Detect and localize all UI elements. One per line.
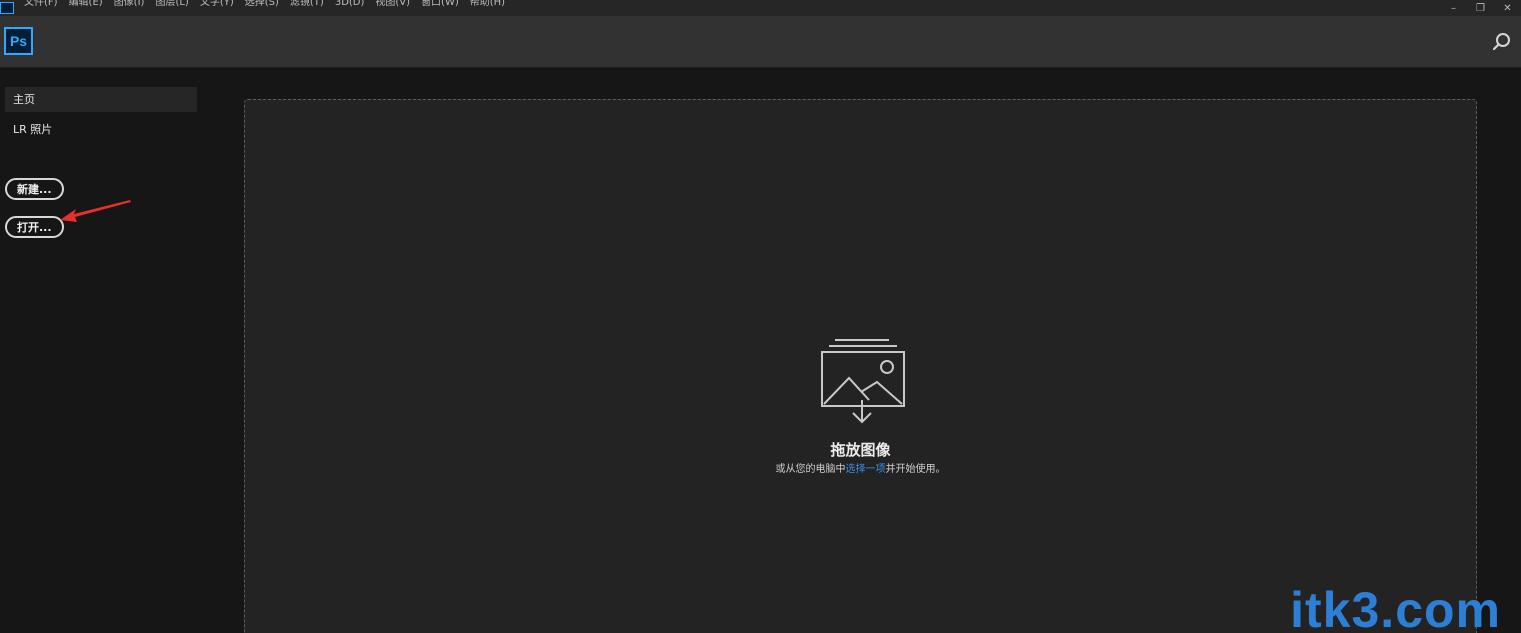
app-mini-icon	[0, 2, 14, 14]
menu-filter[interactable]: 滤镜(T)	[290, 0, 324, 11]
menu-edit[interactable]: 编辑(E)	[69, 0, 103, 11]
new-button[interactable]: 新建...	[5, 178, 64, 200]
drop-zone[interactable]: 拖放图像 或从您的电脑中选择一项并开始使用。	[244, 99, 1477, 633]
menu-type[interactable]: 文字(Y)	[200, 0, 234, 11]
close-icon[interactable]: ✕	[1494, 0, 1521, 16]
minimize-icon[interactable]: –	[1440, 0, 1467, 16]
sidebar: 主页 LR 照片 新建... 打开...	[0, 68, 205, 633]
window-controls: – ❐ ✕	[1440, 0, 1521, 16]
menu-select[interactable]: 选择(S)	[245, 0, 279, 11]
drop-subtitle: 或从您的电脑中选择一项并开始使用。	[245, 460, 1476, 475]
sidebar-item-lr-photos[interactable]: LR 照片	[5, 117, 197, 142]
annotation-arrow	[60, 200, 131, 222]
drop-subtitle-after: 并开始使用。	[885, 464, 946, 475]
photoshop-logo: Ps	[4, 27, 33, 55]
search-icon[interactable]	[1491, 31, 1513, 53]
photoshop-window: 文件(F) 编辑(E) 图像(I) 图层(L) 文字(Y) 选择(S) 滤镜(T…	[0, 0, 1521, 633]
restore-icon[interactable]: ❐	[1467, 0, 1494, 16]
menu-image[interactable]: 图像(I)	[114, 0, 145, 11]
menu-3d[interactable]: 3D(D)	[335, 0, 365, 11]
menu-help[interactable]: 帮助(H)	[470, 0, 505, 11]
drop-title: 拖放图像	[830, 441, 891, 459]
menu-file[interactable]: 文件(F)	[24, 0, 58, 11]
menu-window[interactable]: 窗口(W)	[421, 0, 459, 11]
menu-bar: 文件(F) 编辑(E) 图像(I) 图层(L) 文字(Y) 选择(S) 滤镜(T…	[0, 0, 1521, 16]
open-button[interactable]: 打开...	[5, 216, 64, 238]
watermark-logo: itk3.com	[1290, 582, 1501, 633]
menu-layer[interactable]: 图层(L)	[155, 0, 188, 11]
image-drop-icon	[821, 339, 905, 424]
top-toolbar: Ps	[0, 16, 1521, 68]
sidebar-item-home[interactable]: 主页	[5, 87, 197, 112]
drop-subtitle-before: 或从您的电脑中	[775, 464, 846, 475]
select-file-link[interactable]: 选择一项	[846, 464, 886, 475]
menu-view[interactable]: 视图(V)	[375, 0, 410, 11]
